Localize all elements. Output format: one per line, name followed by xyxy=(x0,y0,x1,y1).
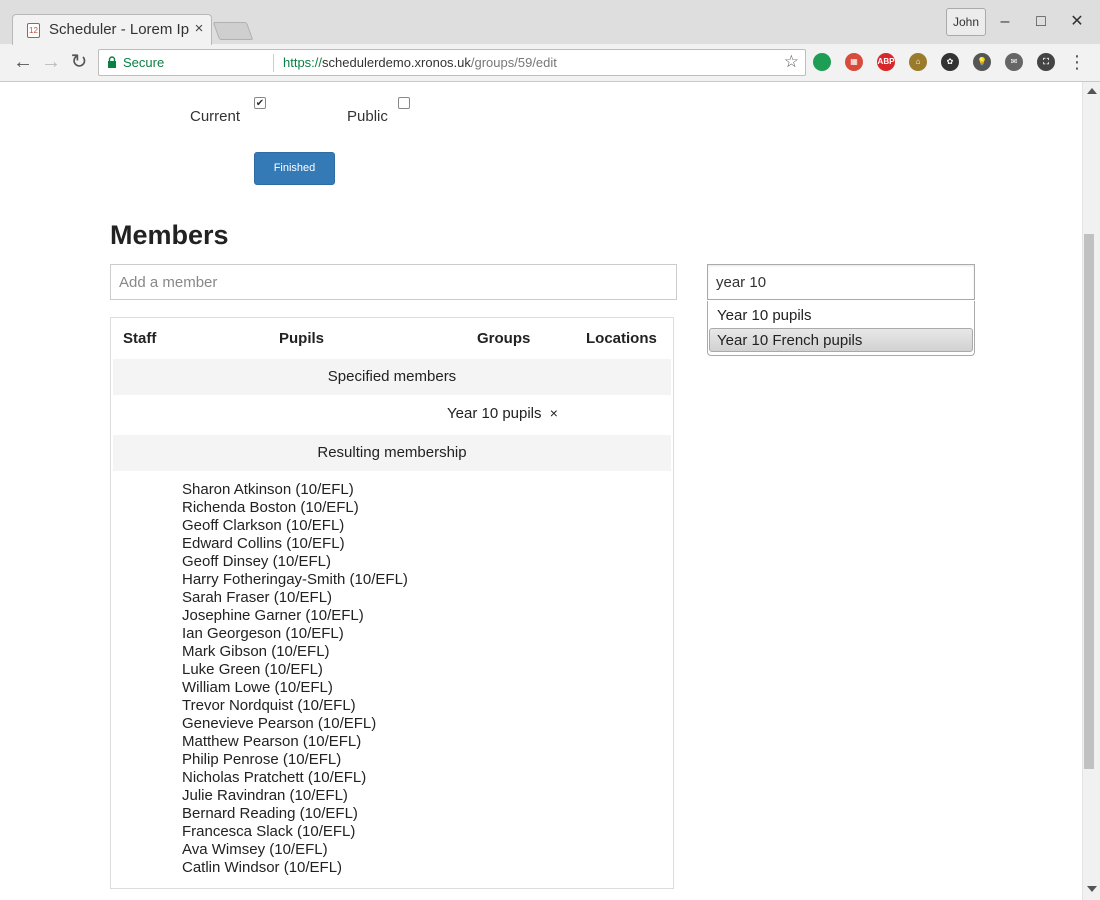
add-member-input[interactable] xyxy=(110,264,677,300)
url-text: https://schedulerdemo.xronos.uk/groups/5… xyxy=(283,55,557,70)
remove-member-icon[interactable]: × xyxy=(550,405,558,421)
suggestion-item-highlighted[interactable]: Year 10 French pupils xyxy=(709,328,973,352)
column-header-pupils: Pupils xyxy=(279,330,325,347)
member-list-item: Philip Penrose (10/EFL) xyxy=(182,751,342,768)
scrollbar-thumb[interactable] xyxy=(1084,234,1094,769)
dashboard-extension-icon[interactable]: ▦ xyxy=(845,53,863,71)
browser-tab[interactable]: 12 Scheduler - Lorem Ipsum × xyxy=(12,14,212,45)
current-label: Current xyxy=(190,108,241,125)
member-list-item: Catlin Windsor (10/EFL) xyxy=(182,859,343,876)
member-list-item: Trevor Nordquist (10/EFL) xyxy=(182,697,356,714)
url-scheme: https:// xyxy=(283,55,323,70)
member-list-item: Bernard Reading (10/EFL) xyxy=(182,805,358,822)
column-header-locations: Locations xyxy=(586,330,657,347)
member-list-item: Harry Fotheringay-Smith (10/EFL) xyxy=(182,571,408,588)
member-list-item: Edward Collins (10/EFL) xyxy=(182,535,345,552)
member-list-item: Ava Wimsey (10/EFL) xyxy=(182,841,328,858)
public-label: Public xyxy=(347,108,388,125)
specified-members-heading: Specified members xyxy=(113,359,671,395)
current-checkbox[interactable]: ✔ xyxy=(254,97,266,109)
address-separator xyxy=(273,54,274,72)
reload-icon[interactable]: ↻ xyxy=(68,51,90,73)
column-header-groups: Groups xyxy=(477,330,531,347)
url-path: /groups/59/edit xyxy=(470,55,557,70)
secure-label: Secure xyxy=(123,55,165,70)
resulting-member-list: Sharon Atkinson (10/EFL) Richenda Boston … xyxy=(182,481,408,877)
vertical-scrollbar[interactable] xyxy=(1082,82,1100,900)
members-heading: Members xyxy=(110,220,229,250)
member-list-item: Geoff Dinsey (10/EFL) xyxy=(182,553,331,570)
specified-member-tag: Year 10 pupils × xyxy=(447,405,558,422)
gnome-extension-icon[interactable]: ✿ xyxy=(941,53,959,71)
bulb-extension-icon[interactable]: 💡 xyxy=(973,53,991,71)
public-checkbox[interactable] xyxy=(398,97,410,109)
member-list-item: Sarah Fraser (10/EFL) xyxy=(182,589,333,606)
hangouts-extension-icon[interactable] xyxy=(813,53,831,71)
member-list-item: Matthew Pearson (10/EFL) xyxy=(182,733,362,750)
autocomplete-dropdown: Year 10 pupils Year 10 French pupils xyxy=(707,301,975,356)
screenshot-extension-icon[interactable]: ⛶ xyxy=(1037,53,1055,71)
maximize-icon[interactable]: □ xyxy=(1029,10,1053,34)
new-tab-button[interactable] xyxy=(212,22,254,40)
scroll-up-icon[interactable] xyxy=(1087,88,1097,94)
membership-panel: Staff Pupils Groups Locations Specified … xyxy=(110,317,674,889)
member-list-item: Richenda Boston (10/EFL) xyxy=(182,499,359,516)
url-host: schedulerdemo.xronos.uk xyxy=(322,55,471,70)
tab-title: Scheduler - Lorem Ipsum xyxy=(49,21,189,38)
browser-chrome: 12 Scheduler - Lorem Ipsum × John – □ ✕ … xyxy=(0,0,1100,82)
scroll-down-icon[interactable] xyxy=(1087,886,1097,892)
window-close-icon[interactable]: ✕ xyxy=(1065,10,1089,34)
member-list-item: Julie Ravindran (10/EFL) xyxy=(182,787,348,804)
member-list-item: Francesca Slack (10/EFL) xyxy=(182,823,356,840)
member-list-item: Ian Georgeson (10/EFL) xyxy=(182,625,344,642)
member-list-item: Nicholas Pratchett (10/EFL) xyxy=(182,769,367,786)
lock-icon xyxy=(108,56,116,68)
browser-menu-icon[interactable]: ⋮ xyxy=(1066,51,1088,73)
profile-button[interactable]: John xyxy=(946,8,986,36)
house-extension-icon[interactable]: ⌂ xyxy=(909,53,927,71)
member-list-item: Geoff Clarkson (10/EFL) xyxy=(182,517,345,534)
forward-arrow-icon[interactable]: → xyxy=(40,51,62,73)
bookmark-star-icon[interactable]: ☆ xyxy=(784,52,799,72)
resulting-membership-heading: Resulting membership xyxy=(113,435,671,471)
address-bar[interactable]: Secure https://schedulerdemo.xronos.uk/g… xyxy=(98,49,806,76)
member-list-item: Josephine Garner (10/EFL) xyxy=(182,607,364,624)
finished-button[interactable]: Finished xyxy=(254,152,335,185)
member-list-item: William Lowe (10/EFL) xyxy=(182,679,333,696)
member-list-item: Luke Green (10/EFL) xyxy=(182,661,323,678)
member-search-input[interactable] xyxy=(707,264,975,300)
minimize-icon[interactable]: – xyxy=(993,10,1017,34)
specified-member-label: Year 10 pupils xyxy=(447,405,542,422)
tab-close-icon[interactable]: × xyxy=(191,20,207,37)
suggestion-item[interactable]: Year 10 pupils xyxy=(709,303,973,327)
member-list-item: Sharon Atkinson (10/EFL) xyxy=(182,481,354,498)
adblock-extension-icon[interactable]: ABP xyxy=(877,53,895,71)
column-header-staff: Staff xyxy=(123,330,157,347)
tab-strip: 12 Scheduler - Lorem Ipsum × John – □ ✕ xyxy=(0,0,1100,45)
member-list-item: Genevieve Pearson (10/EFL) xyxy=(182,715,377,732)
calendar-icon: 12 xyxy=(27,23,40,38)
member-list-item: Mark Gibson (10/EFL) xyxy=(182,643,330,660)
back-arrow-icon[interactable]: ← xyxy=(12,51,34,73)
page-viewport: Current ✔ Public Finished Members Year 1… xyxy=(0,82,1082,900)
mail-extension-icon[interactable]: ✉ xyxy=(1005,53,1023,71)
